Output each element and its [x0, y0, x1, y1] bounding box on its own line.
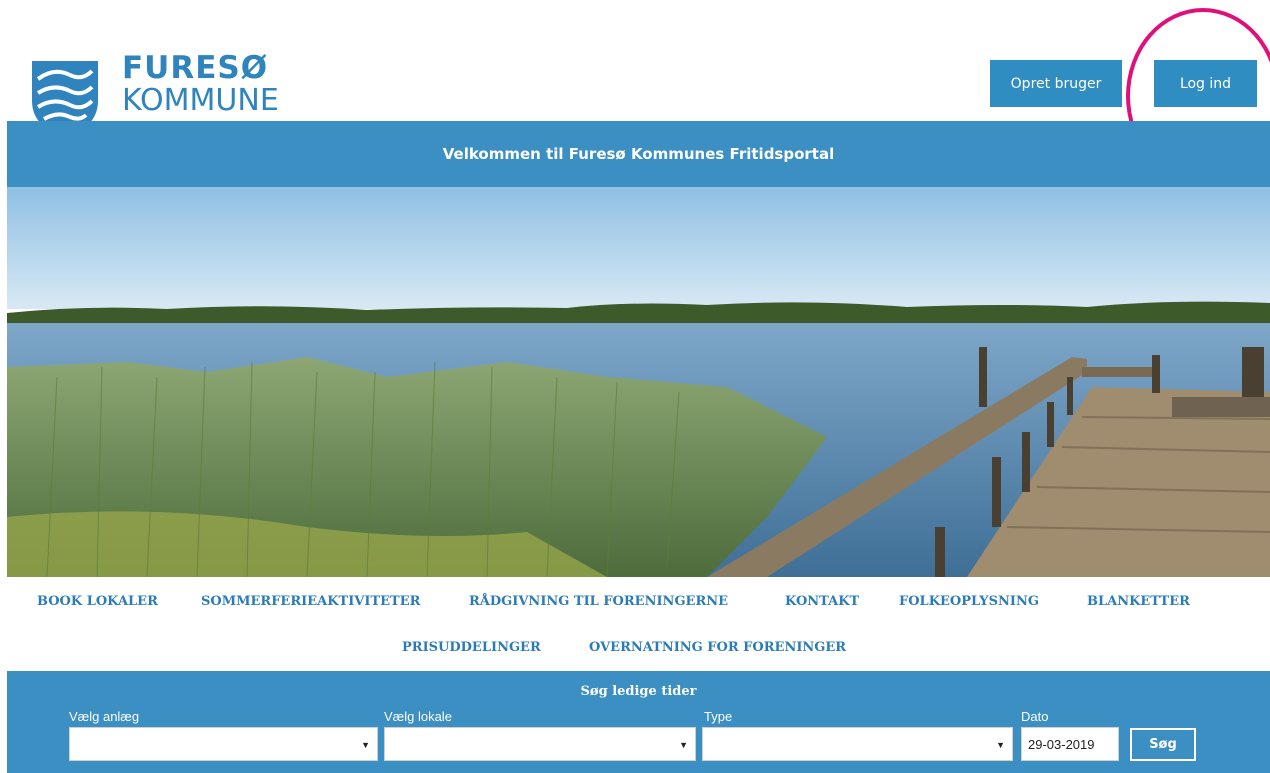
login-button[interactable]: Log ind	[1154, 60, 1257, 107]
nav-item-blanketter[interactable]: BLANKETTER	[1087, 594, 1190, 609]
nav-item-sommerferieaktiviteter[interactable]: SOMMERFERIEAKTIVITETER	[201, 594, 420, 609]
room-select[interactable]: ▼	[384, 727, 696, 761]
availability-search-panel: Søg ledige tider Vælg anlæg ▼ Vælg lokal…	[7, 671, 1270, 773]
search-title: Søg ledige tider	[580, 684, 697, 699]
date-field[interactable]: 29-03-2019	[1021, 727, 1119, 761]
site-header: FURESØ KOMMUNE Opret bruger Log ind	[0, 0, 1270, 184]
nav-item-overnatning[interactable]: OVERNATNING FOR FORENINGER	[589, 640, 846, 655]
welcome-banner: Velkommen til Furesø Kommunes Fritidspor…	[7, 121, 1270, 187]
type-label: Type	[704, 709, 733, 724]
search-button[interactable]: Søg	[1130, 728, 1196, 761]
nav-item-folkeoplysning[interactable]: FOLKEOPLYSNING	[899, 594, 1039, 609]
type-select[interactable]: ▼	[702, 727, 1013, 761]
register-button[interactable]: Opret bruger	[990, 60, 1122, 107]
nav-item-raadgivning[interactable]: RÅDGIVNING TIL FORENINGERNE	[469, 594, 728, 609]
chevron-down-icon: ▼	[361, 740, 370, 750]
chevron-down-icon: ▼	[679, 740, 688, 750]
main-navigation: BOOK LOKALER SOMMERFERIEAKTIVITETER RÅDG…	[0, 577, 1270, 671]
brand-subname[interactable]: KOMMUNE	[122, 83, 279, 118]
chevron-down-icon: ▼	[996, 740, 1005, 750]
room-label: Vælg lokale	[384, 709, 452, 724]
nav-item-prisuddelinger[interactable]: PRISUDDELINGER	[402, 640, 541, 655]
brand-name[interactable]: FURESØ	[122, 50, 268, 86]
welcome-text: Velkommen til Furesø Kommunes Fritidspor…	[442, 145, 835, 163]
date-label: Dato	[1021, 709, 1049, 724]
hero-image	[7, 187, 1270, 577]
facility-select[interactable]: ▼	[69, 727, 378, 761]
nav-item-kontakt[interactable]: KONTAKT	[785, 594, 859, 609]
facility-label: Vælg anlæg	[69, 709, 140, 724]
nav-item-book-lokaler[interactable]: BOOK LOKALER	[37, 594, 158, 609]
